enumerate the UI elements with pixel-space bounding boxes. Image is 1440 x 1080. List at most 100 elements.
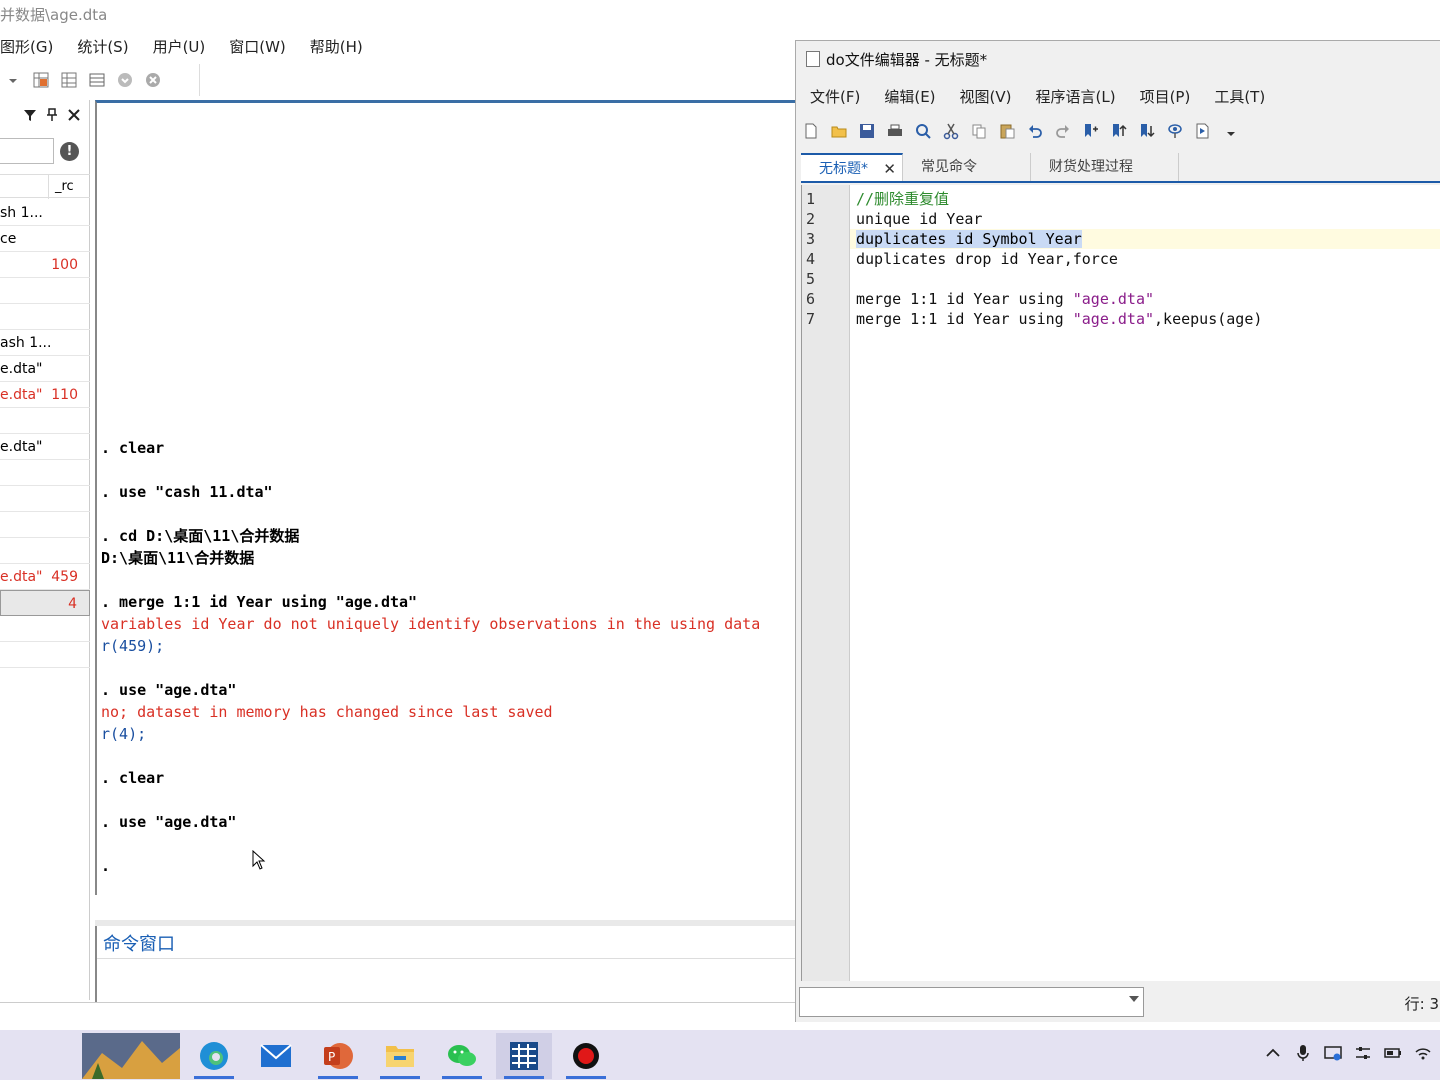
code-line[interactable]: 2 unique id Year bbox=[806, 209, 1440, 229]
history-row[interactable]: 100 bbox=[0, 252, 90, 278]
results-line: r(459); bbox=[101, 637, 165, 655]
previous-bookmark-icon[interactable] bbox=[1110, 122, 1128, 140]
history-row[interactable]: e.dta" 459 bbox=[0, 564, 90, 590]
history-search-input[interactable] bbox=[0, 138, 54, 164]
history-row[interactable] bbox=[0, 408, 90, 434]
taskbar-mail[interactable] bbox=[248, 1033, 304, 1079]
editor-toolbar bbox=[802, 117, 1240, 145]
undo-icon[interactable] bbox=[1026, 122, 1044, 140]
code-line[interactable]: 3 duplicates id Symbol Year bbox=[806, 229, 1440, 249]
code-token: duplicates id Symbol Year bbox=[856, 230, 1082, 248]
editor-menu-tools[interactable]: 工具(T) bbox=[1214, 86, 1265, 107]
code-line[interactable]: 6 merge 1:1 id Year using "age.dta" bbox=[806, 289, 1440, 309]
taskbar-recorder[interactable] bbox=[558, 1033, 614, 1079]
history-row[interactable] bbox=[0, 538, 90, 564]
display-icon[interactable] bbox=[1324, 1044, 1342, 1062]
settings-sliders-icon[interactable] bbox=[1354, 1044, 1372, 1062]
alert-icon[interactable]: ! bbox=[60, 142, 79, 161]
data-editor-icon[interactable] bbox=[32, 71, 50, 89]
history-row[interactable]: sh 1... bbox=[0, 200, 90, 226]
menu-graphics[interactable]: 图形(G) bbox=[0, 34, 53, 60]
execute-do-icon[interactable] bbox=[1194, 122, 1212, 140]
next-bookmark-icon[interactable] bbox=[1138, 122, 1156, 140]
history-row[interactable] bbox=[0, 486, 90, 512]
history-row[interactable]: e.dta" bbox=[0, 434, 90, 460]
rc-column-header[interactable]: _rc bbox=[48, 175, 74, 199]
history-row[interactable] bbox=[0, 460, 90, 486]
taskbar-wechat[interactable] bbox=[434, 1033, 490, 1079]
history-row[interactable] bbox=[0, 512, 90, 538]
editor-menu-view[interactable]: 视图(V) bbox=[960, 86, 1012, 107]
taskbar-stata[interactable] bbox=[496, 1033, 552, 1079]
close-icon[interactable] bbox=[67, 108, 81, 122]
paste-icon[interactable] bbox=[998, 122, 1016, 140]
command-input[interactable] bbox=[97, 958, 797, 959]
pin-icon[interactable] bbox=[45, 108, 59, 122]
code-line[interactable]: 4 duplicates drop id Year,force bbox=[806, 249, 1440, 269]
menu-user[interactable]: 用户(U) bbox=[153, 34, 206, 60]
history-row[interactable]: ash 1... bbox=[0, 330, 90, 356]
editor-menu-project[interactable]: 项目(P) bbox=[1140, 86, 1191, 107]
history-row[interactable]: e.dta" 110 bbox=[0, 382, 90, 408]
menu-help[interactable]: 帮助(H) bbox=[310, 34, 363, 60]
tab-untitled[interactable]: 无标题* ✕ bbox=[801, 153, 903, 181]
code-line[interactable]: 1 //删除重复值 bbox=[806, 189, 1440, 209]
taskbar-powerpoint[interactable]: P bbox=[310, 1033, 366, 1079]
save-icon[interactable] bbox=[858, 122, 876, 140]
execute-dropdown-icon[interactable] bbox=[1222, 122, 1240, 140]
code-area[interactable]: 1 //删除重复值 2 unique id Year 3 duplicates id Sy… bbox=[806, 185, 1440, 981]
menu-statistics[interactable]: 统计(S) bbox=[77, 34, 128, 60]
editor-menu-file[interactable]: 文件(F) bbox=[810, 86, 860, 107]
editor-selector-dropdown[interactable] bbox=[799, 987, 1144, 1017]
history-row[interactable]: ce bbox=[0, 226, 90, 252]
history-return-code: 459 bbox=[51, 569, 78, 585]
filter-icon[interactable] bbox=[23, 108, 37, 122]
find-icon[interactable] bbox=[914, 122, 932, 140]
results-window: . clear . use "cash 11.dta" . cd D:\桌面\11\… bbox=[95, 100, 795, 895]
chevron-up-icon[interactable] bbox=[1264, 1044, 1282, 1062]
history-row[interactable] bbox=[0, 642, 90, 668]
history-row[interactable] bbox=[0, 616, 90, 642]
code-token: duplicates drop id Year,force bbox=[856, 250, 1118, 268]
toggle-bookmark-icon[interactable] bbox=[1082, 122, 1100, 140]
active-indicator bbox=[194, 1076, 234, 1079]
results-line bbox=[101, 503, 791, 525]
active-indicator bbox=[566, 1076, 606, 1079]
menu-window[interactable]: 窗口(W) bbox=[229, 34, 286, 60]
break-icon[interactable] bbox=[144, 71, 162, 89]
cut-icon[interactable] bbox=[942, 122, 960, 140]
landscape-thumbnail[interactable] bbox=[82, 1033, 180, 1079]
variables-manager-icon[interactable] bbox=[88, 71, 106, 89]
command-window[interactable]: 命令窗口 bbox=[95, 926, 797, 1002]
taskbar-explorer[interactable] bbox=[372, 1033, 428, 1079]
history-row[interactable] bbox=[0, 278, 90, 304]
redo-icon[interactable] bbox=[1054, 122, 1072, 140]
wifi-icon[interactable] bbox=[1414, 1044, 1432, 1062]
editor-title: do文件编辑器 - 无标题* bbox=[806, 49, 987, 70]
editor-menu-language[interactable]: 程序语言(L) bbox=[1036, 86, 1116, 107]
battery-icon[interactable] bbox=[1384, 1044, 1402, 1062]
code-line[interactable]: 7 merge 1:1 id Year using "age.dta",keepu… bbox=[806, 309, 1440, 329]
tab-close-icon[interactable]: ✕ bbox=[883, 155, 896, 183]
taskbar-edge[interactable] bbox=[186, 1033, 242, 1079]
data-browser-icon[interactable] bbox=[60, 71, 78, 89]
history-row[interactable]: e.dta" bbox=[0, 356, 90, 382]
copy-icon[interactable] bbox=[970, 122, 988, 140]
print-icon[interactable] bbox=[886, 122, 904, 140]
open-folder-icon[interactable] bbox=[830, 122, 848, 140]
editor-body[interactable]: 1 //删除重复值 2 unique id Year 3 duplicates id Sy… bbox=[801, 185, 1440, 981]
microphone-icon[interactable] bbox=[1294, 1044, 1312, 1062]
chevron-down-icon[interactable] bbox=[1129, 996, 1139, 1002]
tab-process[interactable]: 财货处理过程 bbox=[1031, 153, 1179, 181]
code-line[interactable]: 5 bbox=[806, 269, 1440, 289]
history-column-header: _rc bbox=[0, 174, 90, 199]
line-number: 2 bbox=[806, 210, 816, 228]
new-file-icon[interactable] bbox=[802, 122, 820, 140]
dropdown-arrow-icon[interactable] bbox=[4, 71, 22, 89]
editor-menu-edit[interactable]: 编辑(E) bbox=[884, 86, 935, 107]
more-icon[interactable] bbox=[116, 71, 134, 89]
history-row[interactable] bbox=[0, 304, 90, 330]
history-row[interactable]: 4 bbox=[0, 590, 90, 616]
show-file-icon[interactable] bbox=[1166, 122, 1184, 140]
tab-common-commands[interactable]: 常见命令 bbox=[903, 153, 1031, 181]
